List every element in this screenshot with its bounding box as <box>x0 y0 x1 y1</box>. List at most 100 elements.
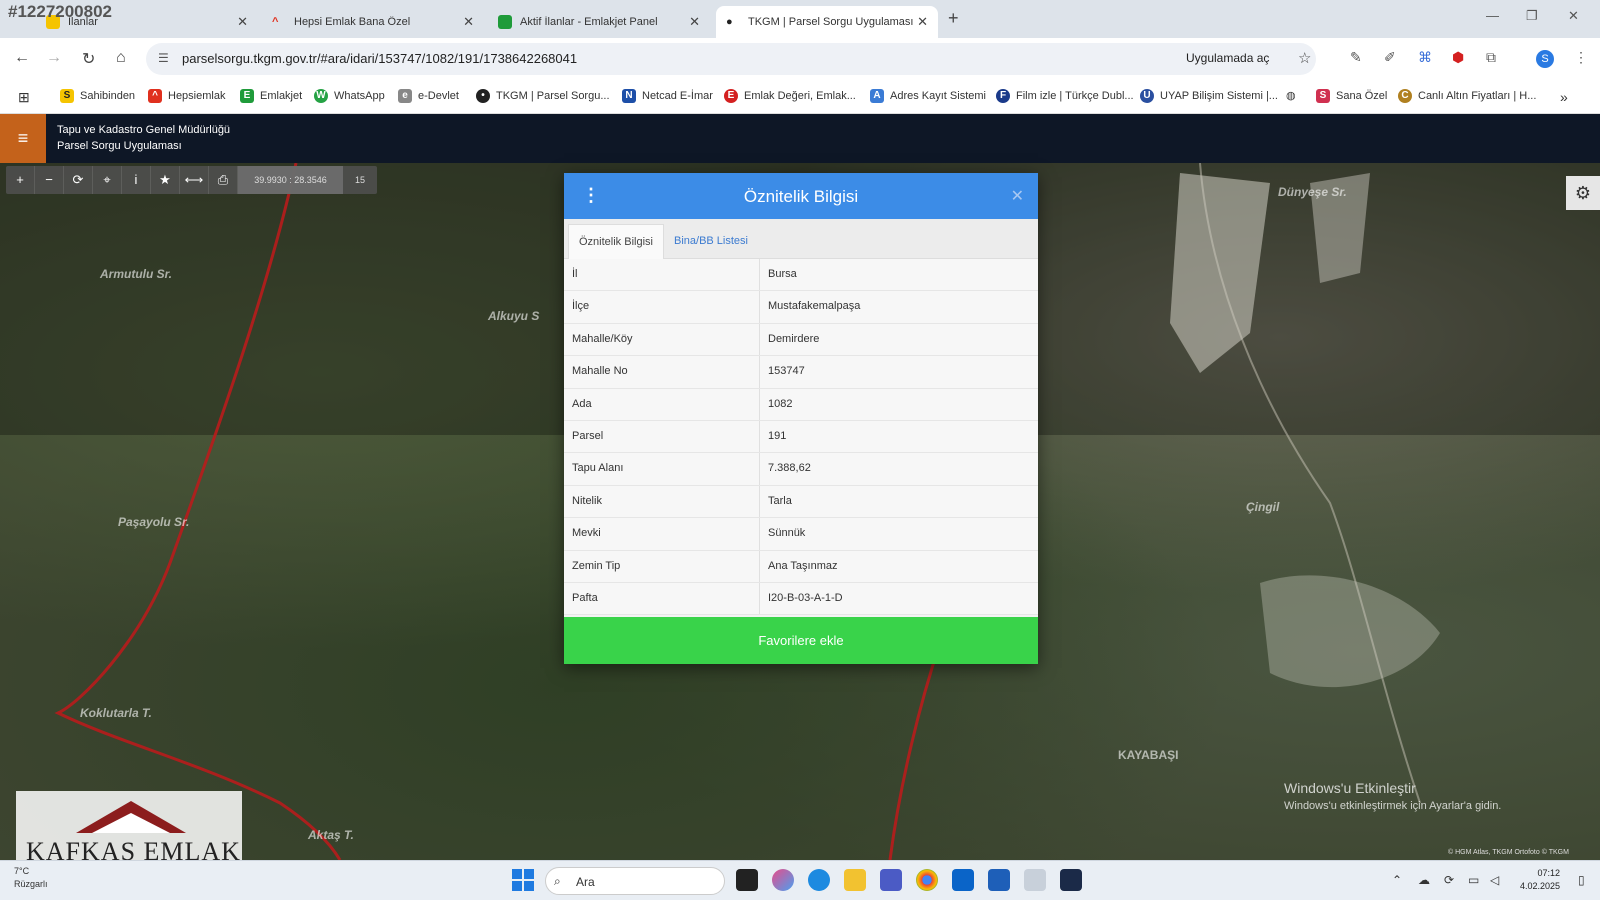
more-bookmarks-icon[interactable]: » <box>1560 89 1568 105</box>
bookmark-emlakjet[interactable]: E Emlakjet <box>240 89 302 103</box>
tab-oznitelik-bilgisi[interactable]: Öznitelik Bilgisi <box>568 224 664 259</box>
measure-ruler-icon[interactable]: ⟷ <box>180 166 209 194</box>
close-tab-icon[interactable]: ✕ <box>463 14 474 30</box>
bookmark-tkgm[interactable]: • TKGM | Parsel Sorgu... <box>476 89 610 103</box>
bookmark-emlak-degeri[interactable]: E Emlak Değeri, Emlak... <box>724 89 856 103</box>
netcad-icon: N <box>622 89 636 103</box>
close-tab-icon[interactable]: ✕ <box>237 14 248 30</box>
new-tab-button[interactable]: + <box>948 8 959 29</box>
bookmark-film-izle[interactable]: F Film izle | Türkçe Dubl... <box>996 89 1134 103</box>
sahibinden-icon: S <box>60 89 74 103</box>
snipping-tool-icon[interactable] <box>1024 869 1046 891</box>
bookmark-hepsiemlak[interactable]: ^ Hepsiemlak <box>148 89 225 103</box>
bookmark-sahibinden[interactable]: S Sahibinden <box>60 89 135 103</box>
taskbar-search[interactable]: ⌕ Ara <box>545 867 725 895</box>
close-tab-icon[interactable]: ✕ <box>917 14 928 30</box>
browser-tab-emlakjet[interactable]: Aktif İlanlar - Emlakjet Panel ✕ <box>488 6 710 38</box>
app-title: Tapu ve Kadastro Genel Müdürlüğü Parsel … <box>57 122 230 154</box>
attribute-value: Ana Taşınmaz <box>768 559 838 572</box>
tray-chevron-icon[interactable]: ⌃ <box>1392 873 1402 887</box>
bookmark-label: Canlı Altın Fiyatları | H... <box>1418 90 1537 102</box>
site-settings-icon[interactable]: ☰ <box>158 51 169 65</box>
table-row: Ada 1082 <box>564 388 1038 421</box>
info-icon[interactable]: i <box>122 166 151 194</box>
browser-tab-hepsiemlak[interactable]: ^ Hepsi Emlak Bana Özel ✕ <box>262 6 484 38</box>
attribute-key: Ada <box>564 388 760 420</box>
bookmark-sana-ozel[interactable]: S Sana Özel <box>1316 89 1387 103</box>
teams-icon[interactable] <box>880 869 902 891</box>
copilot-icon[interactable] <box>772 869 794 891</box>
volume-icon[interactable]: ◁ <box>1490 873 1499 887</box>
profile-avatar-icon[interactable]: S <box>1536 50 1554 68</box>
translate-extension-icon[interactable]: ⌘ <box>1418 49 1432 66</box>
bookmark-label: Emlak Değeri, Emlak... <box>744 90 856 102</box>
print-icon[interactable]: ⎙ <box>209 166 238 194</box>
windows-start-icon[interactable] <box>512 869 534 891</box>
store-icon[interactable] <box>988 869 1010 891</box>
back-arrow-icon[interactable]: ← <box>14 49 30 67</box>
address-bar[interactable]: ☰ parselsorgu.tkgm.gov.tr/#ara/idari/153… <box>146 43 1316 75</box>
tab-bina-bb-listesi[interactable]: Bina/BB Listesi <box>664 224 758 259</box>
restore-window-icon[interactable]: ❐ <box>1526 8 1538 24</box>
bookmark-uyap[interactable]: U UYAP Bilişim Sistemi |... <box>1140 89 1278 103</box>
bookmark-netcad[interactable]: N Netcad E-İmar <box>622 89 713 103</box>
reload-icon[interactable]: ↻ <box>82 49 95 69</box>
notifications-icon[interactable]: ▯ <box>1578 873 1585 887</box>
file-explorer-icon[interactable] <box>844 869 866 891</box>
apps-grid-icon[interactable]: ⊞ <box>18 89 30 106</box>
pen-extension-icon[interactable]: ✐ <box>1384 49 1396 66</box>
settings-gear-icon[interactable]: ⚙ <box>1566 176 1600 210</box>
browser-menu-icon[interactable]: ⋮ <box>1574 49 1588 66</box>
onedrive-cloud-icon[interactable]: ☁ <box>1418 873 1430 887</box>
globe-bookmark-icon[interactable]: ◍ <box>1286 89 1296 102</box>
extensions-puzzle-icon[interactable]: ⧉ <box>1486 49 1496 66</box>
home-icon[interactable]: ⌂ <box>116 49 126 67</box>
bookmark-adres-kayit[interactable]: A Adres Kayıt Sistemi <box>870 89 986 103</box>
bookmark-whatsapp[interactable]: W WhatsApp <box>314 89 385 103</box>
refresh-icon[interactable]: ⟳ <box>64 166 93 194</box>
bookmark-edevlet[interactable]: e e-Devlet <box>398 89 459 103</box>
attribute-key: Nitelik <box>564 485 760 518</box>
chrome-icon[interactable] <box>916 869 938 891</box>
forward-arrow-icon[interactable]: → <box>46 49 62 67</box>
browser-tab-strip: #1227200802 İlanlar ✕ ^ Hepsi Emlak Bana… <box>0 0 1600 38</box>
locate-crosshair-icon[interactable]: ⌖ <box>93 166 122 194</box>
hamburger-menu-icon[interactable]: ≡ <box>0 114 46 163</box>
minimize-window-icon[interactable]: — <box>1486 8 1499 23</box>
bookmark-star-icon[interactable]: ☆ <box>1298 49 1311 67</box>
dialog-tabs: Öznitelik Bilgisi Bina/BB Listesi <box>564 219 1038 259</box>
close-icon[interactable]: ✕ <box>1011 186 1024 206</box>
location-pin-favicon-icon: ● <box>726 16 733 28</box>
eyedropper-extension-icon[interactable]: ✎ <box>1350 49 1362 66</box>
bookmark-canli-altin[interactable]: C Canlı Altın Fiyatları | H... <box>1398 89 1536 103</box>
bookmarks-bar: ⊞ S Sahibinden ^ Hepsiemlak E Emlakjet W Wha… <box>0 80 1600 114</box>
network-icon[interactable]: ▭ <box>1468 873 1479 887</box>
zoom-out-icon[interactable]: − <box>35 166 64 194</box>
attribute-value: 153747 <box>768 365 805 378</box>
attribute-value: Sünnük <box>768 527 806 540</box>
url-text[interactable]: parselsorgu.tkgm.gov.tr/#ara/idari/15374… <box>182 51 577 66</box>
task-view-icon[interactable] <box>736 869 758 891</box>
outlook-icon[interactable] <box>952 869 974 891</box>
close-window-icon[interactable]: ✕ <box>1568 8 1579 24</box>
add-to-favorites-button[interactable]: Favorilere ekle <box>564 617 1038 664</box>
location-pin-icon: • <box>476 89 490 103</box>
attribute-value: Mustafakemalpaşa <box>768 300 861 313</box>
table-row: Pafta I20-B-03-A-1-D <box>564 582 1038 616</box>
app-icon[interactable] <box>1060 869 1082 891</box>
map-toolbar: + − ⟳ ⌖ i ★ ⟷ ⎙ 39.9930 : 28.3546 15 <box>6 166 377 194</box>
emlakjet-icon: E <box>240 89 254 103</box>
adblock-extension-icon[interactable]: ⬢ <box>1452 49 1464 66</box>
browser-tab-tkgm-active[interactable]: ● TKGM | Parsel Sorgu Uygulaması ✕ <box>716 6 938 38</box>
weather-widget[interactable]: 7°C Rüzgarlı <box>14 865 48 891</box>
close-tab-icon[interactable]: ✕ <box>689 14 700 30</box>
adres-kayit-icon: A <box>870 89 884 103</box>
edge-browser-icon[interactable] <box>808 869 830 891</box>
update-icon[interactable]: ⟳ <box>1444 873 1454 887</box>
zoom-in-icon[interactable]: + <box>6 166 35 194</box>
attribute-key: Mahalle/Köy <box>564 323 760 356</box>
system-clock[interactable]: 07:12 4.02.2025 <box>1520 867 1560 893</box>
map-copyright: © HGM Atlas, TKGM Ortofoto © TKGM <box>1448 849 1569 856</box>
open-in-app-button[interactable]: Uygulamada aç <box>1186 51 1269 65</box>
favorite-star-icon[interactable]: ★ <box>151 166 180 194</box>
